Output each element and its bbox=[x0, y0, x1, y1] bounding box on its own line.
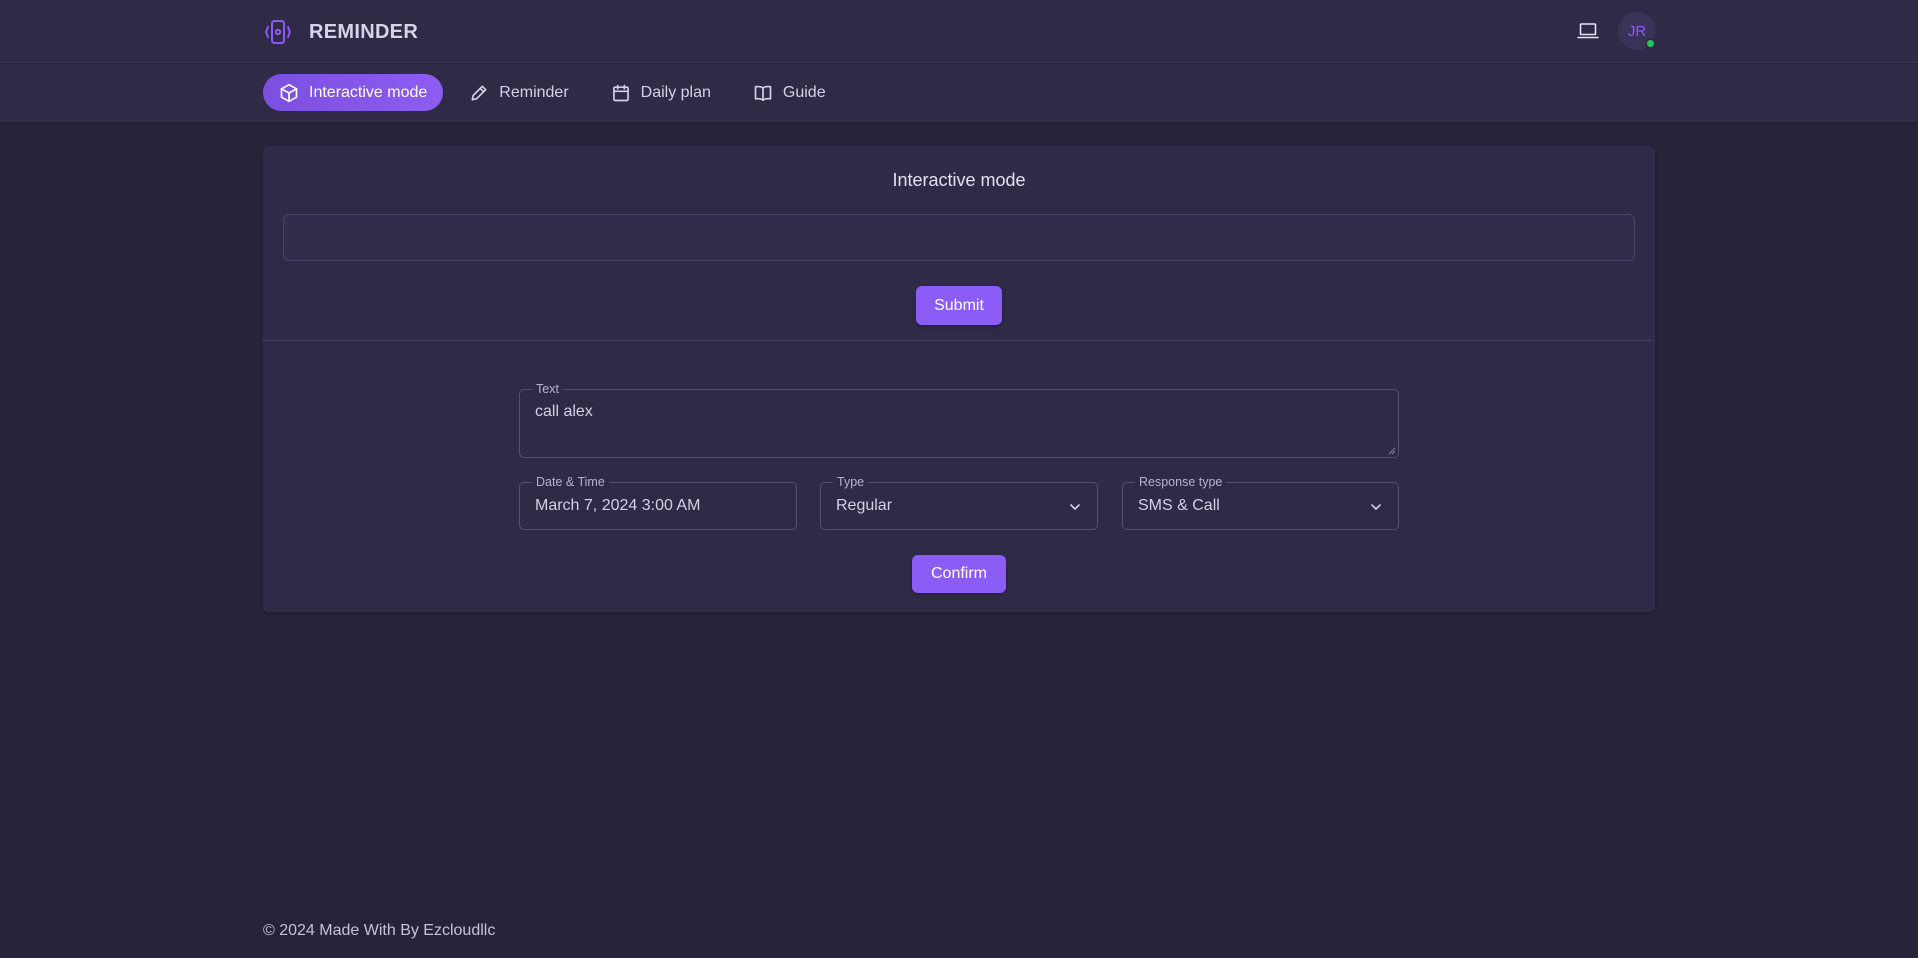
nav-item-label: Interactive mode bbox=[309, 83, 428, 101]
text-field-label: Text bbox=[532, 381, 563, 397]
nav-item-label: Daily plan bbox=[640, 83, 711, 101]
header-actions: JR bbox=[1572, 12, 1656, 50]
chevron-down-icon bbox=[1070, 504, 1080, 510]
response-type-value: SMS & Call bbox=[1138, 497, 1220, 514]
app-title: REMINDER bbox=[309, 20, 419, 43]
nav-item-label: Guide bbox=[782, 83, 826, 101]
date-time-field[interactable]: Date & Time March 7, 2024 3:00 AM bbox=[519, 474, 797, 530]
type-value: Regular bbox=[836, 497, 893, 514]
avatar-initials: JR bbox=[1627, 22, 1647, 40]
pencil-icon bbox=[469, 83, 489, 103]
resize-handle-icon[interactable] bbox=[1388, 447, 1396, 455]
text-field-value: call alex bbox=[535, 403, 593, 420]
nav-item-reminder[interactable]: Reminder bbox=[453, 74, 584, 111]
response-type-label: Response type bbox=[1135, 474, 1227, 490]
nav-list: Interactive mode Reminder Daily plan Gui… bbox=[263, 74, 852, 111]
calendar-icon bbox=[611, 83, 631, 103]
cube-icon bbox=[279, 83, 299, 103]
response-type-select[interactable]: Response type SMS & Call bbox=[1122, 474, 1399, 530]
text-field[interactable]: Text call alex bbox=[519, 381, 1399, 458]
book-open-icon bbox=[753, 83, 773, 103]
vibrating-phone-icon bbox=[262, 16, 294, 48]
main-navigation: Interactive mode Reminder Daily plan Gui… bbox=[0, 64, 1918, 122]
interactive-mode-card: Interactive mode Submit Text call alex D… bbox=[263, 146, 1655, 612]
nav-item-label: Reminder bbox=[499, 83, 569, 101]
type-select[interactable]: Type Regular bbox=[820, 474, 1098, 530]
divider bbox=[263, 340, 1655, 341]
date-time-label: Date & Time bbox=[532, 474, 609, 490]
top-header: REMINDER JR bbox=[0, 0, 1918, 63]
chevron-down-icon bbox=[1371, 504, 1381, 510]
nav-item-interactive-mode[interactable]: Interactive mode bbox=[263, 74, 444, 111]
avatar[interactable]: JR bbox=[1618, 12, 1656, 50]
submit-button[interactable]: Submit bbox=[916, 286, 1002, 325]
type-label: Type bbox=[833, 474, 869, 490]
prompt-input[interactable] bbox=[283, 214, 1635, 261]
online-status-indicator bbox=[1645, 38, 1656, 49]
confirm-button[interactable]: Confirm bbox=[912, 555, 1006, 593]
laptop-icon[interactable] bbox=[1572, 15, 1604, 47]
footer-text: © 2024 Made With By Ezcloudllc bbox=[263, 922, 496, 939]
date-time-value: March 7, 2024 3:00 AM bbox=[535, 497, 701, 514]
brand[interactable]: REMINDER bbox=[262, 16, 418, 48]
nav-item-guide[interactable]: Guide bbox=[737, 74, 842, 111]
card-title: Interactive mode bbox=[892, 170, 1026, 190]
nav-item-daily-plan[interactable]: Daily plan bbox=[595, 74, 727, 111]
